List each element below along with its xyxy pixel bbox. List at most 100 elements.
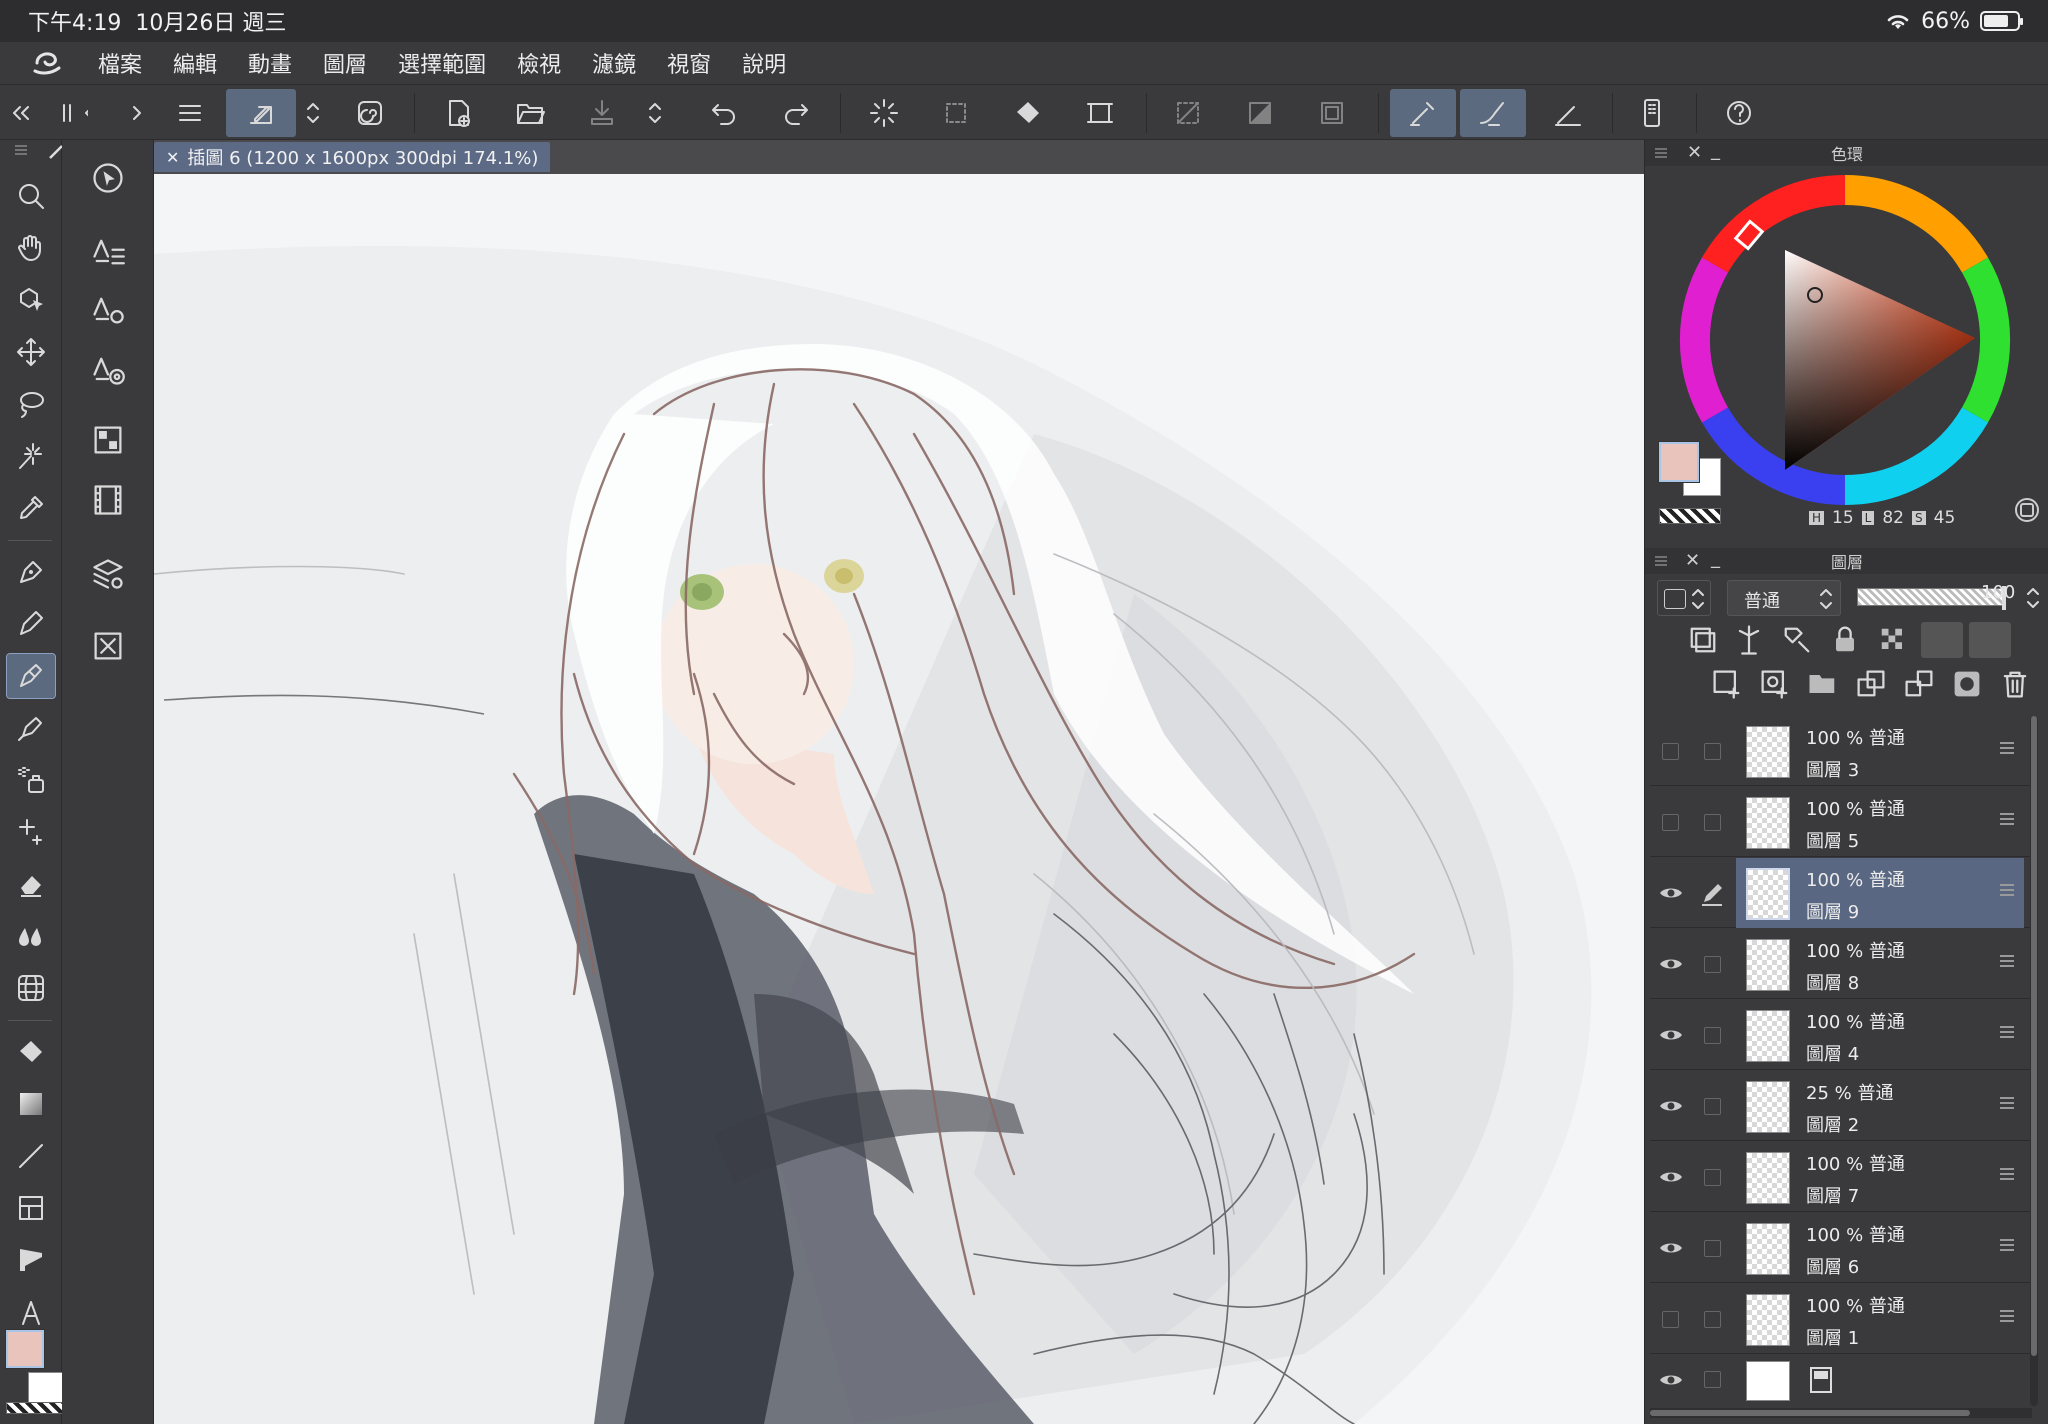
updown-arrows-icon[interactable] [298,89,328,137]
layer-row-2[interactable]: 25 % 普通 圖層 2 [1650,1071,2032,1141]
layer-visibility-checkbox[interactable] [1662,814,1679,831]
eyedropper-icon[interactable] [7,486,55,530]
line-tool-icon[interactable] [7,1134,55,1178]
menu-window[interactable]: 視窗 [667,47,711,79]
layer-body[interactable]: 100 % 普通 圖層 1 [1736,1284,2024,1354]
tool-navigator-icon[interactable] [84,154,132,202]
wheel-main-color[interactable] [1658,441,1700,483]
drag-handle-icon[interactable] [2000,813,2014,827]
help-icon[interactable] [1716,89,1764,137]
drag-handle-icon[interactable] [2000,1097,2014,1111]
menu-edit[interactable]: 編輯 [173,47,217,79]
move-tool-icon[interactable] [7,330,55,374]
layer-edit-checkbox[interactable] [1704,1240,1721,1257]
menu-file[interactable]: 檔案 [98,47,142,79]
delete-layer-icon[interactable] [1997,666,2033,702]
layer-edit-checkbox[interactable] [1704,956,1721,973]
close-tab-icon[interactable]: ✕ [166,148,179,167]
layer-scrollbar[interactable] [2030,716,2038,1406]
mask-enable-toggle[interactable] [1921,622,1963,658]
new-vector-layer-icon[interactable] [1757,666,1793,702]
menu-selection[interactable]: 選擇範圍 [398,47,486,79]
undo-icon[interactable] [700,89,748,137]
figure-tool-icon[interactable] [7,966,55,1010]
panel-collapse-icon[interactable] [8,101,88,125]
layer-row-4[interactable]: 100 % 普通 圖層 4 [1650,1000,2032,1070]
draft-layer-icon[interactable] [1779,622,1815,658]
reference-close-icon[interactable] [84,622,132,670]
frame-tool-icon[interactable] [7,1186,55,1230]
balloon-tool-icon[interactable] [7,1238,55,1282]
wheel-transparent-color[interactable] [1659,508,1721,524]
ink-pen-icon[interactable] [7,706,55,750]
companion-device-icon[interactable] [1628,89,1676,137]
selection-icon[interactable] [932,89,980,137]
drag-handle-icon[interactable] [2000,1026,2014,1040]
hamburger-menu-icon[interactable] [166,89,214,137]
eye-icon[interactable] [1658,1022,1684,1048]
layer-row-9[interactable]: 100 % 普通 圖層 9 [1650,858,2032,928]
layer-row-1[interactable]: 100 % 普通 圖層 1 [1650,1284,2032,1354]
reference-layer-icon[interactable] [1731,622,1767,658]
drag-handle-icon[interactable] [2000,1310,2014,1324]
layer-visibility-checkbox[interactable] [1662,1311,1679,1328]
menu-animation[interactable]: 動畫 [248,47,292,79]
hand-tool-icon[interactable] [7,226,55,270]
new-raster-layer-icon[interactable] [1709,666,1745,702]
app-logo-icon[interactable] [18,42,78,84]
stabilization-curve-icon[interactable] [1460,89,1526,137]
zoom-tool-icon[interactable] [7,174,55,218]
layer-mask-icon[interactable] [1949,666,1985,702]
layer-property-icon[interactable] [84,550,132,598]
invert-selection-icon[interactable] [1236,89,1284,137]
eye-icon[interactable] [1658,1367,1684,1393]
ruler-pen-icon[interactable] [1544,89,1592,137]
gradient-tool-icon[interactable] [7,1082,55,1126]
transfer-down-icon[interactable] [1853,666,1889,702]
drag-handle-icon[interactable] [2000,1239,2014,1253]
text-tool-icon[interactable] [7,1290,55,1334]
eye-icon[interactable] [1658,951,1684,977]
layer-body[interactable]: 100 % 普通 圖層 3 [1736,716,2024,786]
layer-visibility-checkbox[interactable] [1662,743,1679,760]
pencil-tool-icon[interactable] [7,602,55,646]
layer-row-5[interactable]: 100 % 普通 圖層 5 [1650,787,2032,857]
opacity-arrows-icon[interactable] [2025,584,2041,612]
transform-icon[interactable] [1076,89,1124,137]
pen-tool-icon[interactable] [7,550,55,594]
stabilization-pen-icon[interactable] [1390,89,1456,137]
magic-wand-icon[interactable] [7,434,55,478]
layer-row-8[interactable]: 100 % 普通 圖層 8 [1650,929,2032,999]
layer-edit-checkbox[interactable] [1704,1371,1721,1388]
fill-tool-icon[interactable] [7,1030,55,1074]
drag-handle-icon[interactable] [2000,742,2014,756]
decoration-tool-icon[interactable] [7,810,55,854]
brush-tool-icon[interactable] [6,653,56,699]
layer-row-6[interactable]: 100 % 普通 圖層 6 [1650,1213,2032,1283]
color-wheel-ring[interactable] [1675,170,2015,510]
layer-color-toggle[interactable] [1657,580,1711,616]
open-folder-icon[interactable] [506,89,554,137]
panel-expand-icon[interactable] [126,101,150,125]
updown-arrows-icon-2[interactable] [640,89,670,137]
crop-icon[interactable] [1308,89,1356,137]
eye-icon[interactable] [1658,1235,1684,1261]
redo-icon[interactable] [772,89,820,137]
layer-edit-checkbox[interactable] [1704,1311,1721,1328]
main-color-swatch[interactable] [5,1329,45,1369]
layer-body[interactable]: 100 % 普通 圖層 9 [1736,858,2024,928]
timeline-film-icon[interactable] [84,476,132,524]
eye-icon[interactable] [1658,1164,1684,1190]
palette-menu-icon[interactable] [12,140,32,160]
layer-body[interactable]: 100 % 普通 圖層 4 [1736,1000,2024,1070]
eraser-tool-icon[interactable] [7,862,55,906]
new-folder-icon[interactable] [1805,666,1841,702]
material-grid-icon[interactable] [84,416,132,464]
menu-layer[interactable]: 圖層 [323,47,367,79]
menu-filter[interactable]: 濾鏡 [592,47,636,79]
deselect-icon[interactable] [1164,89,1212,137]
layer-body[interactable]: 100 % 普通 圖層 6 [1736,1213,2024,1283]
drawing-canvas[interactable] [154,174,1644,1424]
layer-edit-checkbox[interactable] [1704,814,1721,831]
blend-tool-icon[interactable] [7,914,55,958]
